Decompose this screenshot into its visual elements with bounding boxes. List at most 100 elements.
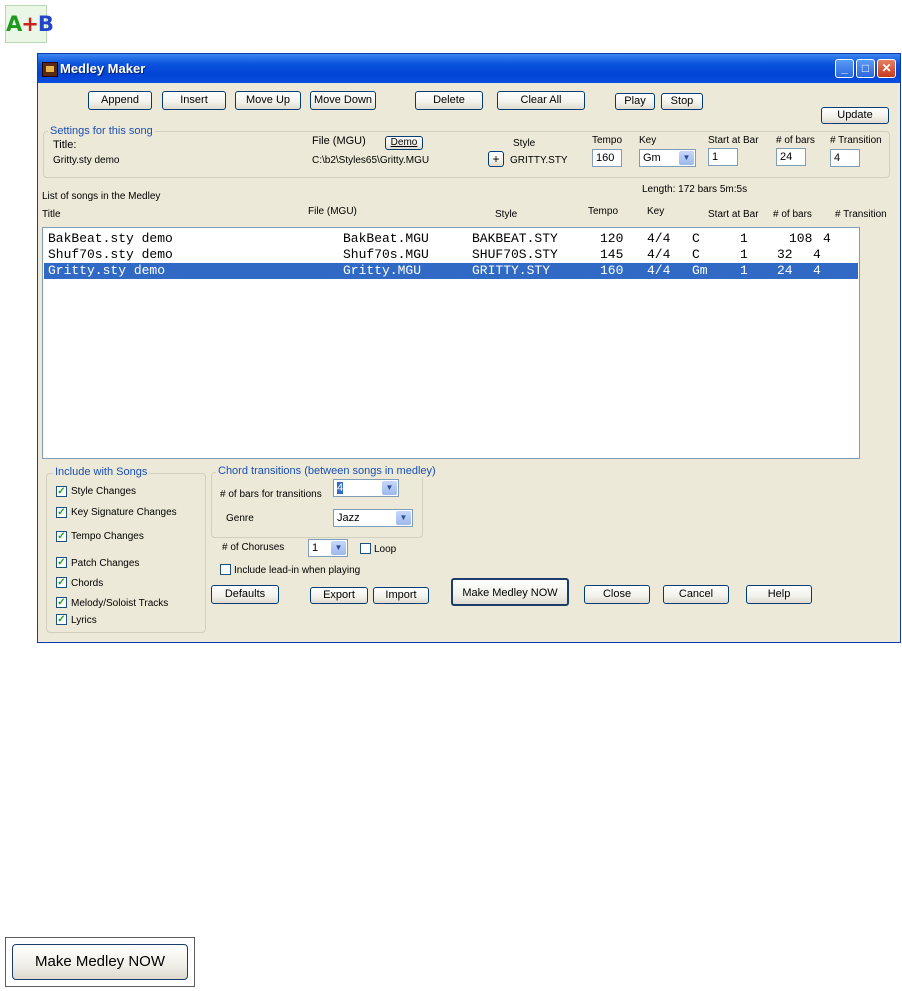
song-file: BakBeat.MGU <box>343 231 429 246</box>
app-icon <box>42 62 58 77</box>
close-button[interactable]: Close <box>584 585 650 604</box>
window-title: Medley Maker <box>60 61 146 76</box>
update-button[interactable]: Update <box>821 107 889 124</box>
make-medley-now-button[interactable]: Make Medley NOW <box>451 578 569 606</box>
loop-label: Loop <box>374 544 397 555</box>
minimize-button[interactable]: _ <box>835 59 854 78</box>
key-combo-value: Gm <box>643 152 661 164</box>
tempo-field[interactable]: 160 <box>592 149 622 167</box>
chevron-down-icon[interactable]: ▼ <box>331 541 346 555</box>
delete-button[interactable]: Delete <box>415 91 483 110</box>
song-tempo: 160 <box>600 263 624 278</box>
transition-field[interactable]: 4 <box>830 149 860 167</box>
style-changes-checkbox[interactable]: ✓ <box>56 486 67 497</box>
lead-in-label: Include lead-in when playing <box>234 565 361 576</box>
song-bars: 32 <box>777 247 793 262</box>
chevron-down-icon[interactable]: ▼ <box>679 151 694 165</box>
export-button[interactable]: Export <box>310 587 368 604</box>
chords-checkbox[interactable]: ✓ <box>56 577 67 588</box>
medley-list-label: List of songs in the Medley <box>42 191 161 202</box>
help-button[interactable]: Help <box>746 585 812 604</box>
transition-bars-combo[interactable]: 4 ▼ <box>333 479 399 497</box>
tempo-changes-checkbox[interactable]: ✓ <box>56 531 67 542</box>
style-changes-label: Style Changes <box>71 486 137 497</box>
header-bars: # of bars <box>773 209 812 220</box>
header-start-at-bar: Start at Bar <box>708 209 759 220</box>
loop-checkbox[interactable] <box>360 543 371 554</box>
lyrics-label: Lyrics <box>71 615 97 626</box>
song-time: 4/4 <box>647 263 671 278</box>
song-bars: 24 <box>777 263 793 278</box>
cancel-button[interactable]: Cancel <box>663 585 729 604</box>
stop-button[interactable]: Stop <box>661 93 703 110</box>
choruses-value: 1 <box>312 542 319 554</box>
key-combo[interactable]: Gm ▼ <box>639 149 696 167</box>
include-group-title: Include with Songs <box>53 466 150 478</box>
genre-combo[interactable]: Jazz ▼ <box>333 509 413 527</box>
demo-button[interactable]: Demo <box>385 136 423 150</box>
song-start: 1 <box>740 263 748 278</box>
list-item[interactable]: Shuf70s.sty demo Shuf70s.MGU SHUF70S.STY… <box>44 247 858 263</box>
lead-in-checkbox[interactable] <box>220 564 231 575</box>
patch-changes-label: Patch Changes <box>71 558 140 569</box>
close-window-button[interactable]: ✕ <box>877 59 896 78</box>
song-title: Shuf70s.sty demo <box>48 247 173 262</box>
header-key: Key <box>647 206 665 217</box>
song-file: Shuf70s.MGU <box>343 247 429 262</box>
song-start: 1 <box>740 231 748 246</box>
medley-length: Length: 172 bars 5m:5s <box>642 184 748 195</box>
chevron-down-icon[interactable]: ▼ <box>396 511 411 525</box>
song-file: Gritty.MGU <box>343 263 422 278</box>
start-at-bar-field[interactable]: 1 <box>708 148 738 166</box>
file-label: File (MGU) <box>312 135 366 147</box>
genre-label: Genre <box>226 513 254 524</box>
chords-label: Chords <box>71 578 104 589</box>
choruses-combo[interactable]: 1 ▼ <box>308 539 348 557</box>
transition-bars-label: # of bars for transitions <box>220 489 322 500</box>
import-button[interactable]: Import <box>373 587 429 604</box>
bars-label: # of bars <box>776 135 815 146</box>
settings-group-title: Settings for this song <box>48 125 155 137</box>
song-key: Gm <box>692 263 708 278</box>
chord-transitions-title: Chord transitions (between songs in medl… <box>216 465 438 477</box>
header-transition: # Transition <box>835 209 887 220</box>
transition-label: # Transition <box>830 135 882 146</box>
key-signature-changes-checkbox[interactable]: ✓ <box>56 507 67 518</box>
make-medley-now-enlarged-button[interactable]: Make Medley NOW <box>12 944 188 980</box>
title-bar[interactable]: Medley Maker _ □ ✕ <box>38 54 900 83</box>
list-item-selected[interactable]: Gritty.sty demo Gritty.MGU GRITTY.STY 16… <box>44 263 858 279</box>
add-style-button[interactable]: + <box>488 151 504 167</box>
settings-group <box>43 131 890 178</box>
chevron-down-icon[interactable]: ▼ <box>382 481 397 495</box>
clear-all-button[interactable]: Clear All <box>497 91 585 110</box>
tempo-changes-label: Tempo Changes <box>71 531 144 542</box>
move-down-button[interactable]: Move Down <box>310 91 376 110</box>
song-key: C <box>692 247 700 262</box>
key-label: Key <box>639 135 657 146</box>
start-at-bar-label: Start at Bar <box>708 135 759 146</box>
tempo-label: Tempo <box>592 135 623 146</box>
make-medley-now-enlarged-frame: Make Medley NOW <box>5 937 195 987</box>
style-value: GRITTY.STY <box>510 155 568 166</box>
lyrics-checkbox[interactable]: ✓ <box>56 614 67 625</box>
list-item[interactable]: BakBeat.sty demo BakBeat.MGU BAKBEAT.STY… <box>44 231 858 247</box>
file-value: C:\b2\Styles65\Gritty.MGU <box>312 155 430 166</box>
song-key: C <box>692 231 700 246</box>
medley-song-list[interactable]: BakBeat.sty demo BakBeat.MGU BAKBEAT.STY… <box>42 227 860 459</box>
song-bars: 108 <box>789 231 813 246</box>
append-button[interactable]: Append <box>88 91 152 110</box>
patch-changes-checkbox[interactable]: ✓ <box>56 557 67 568</box>
song-title: Gritty.sty demo <box>48 263 166 278</box>
maximize-button[interactable]: □ <box>856 59 875 78</box>
defaults-button[interactable]: Defaults <box>211 585 279 604</box>
song-title: BakBeat.sty demo <box>48 231 173 246</box>
move-up-button[interactable]: Move Up <box>235 91 301 110</box>
bars-field[interactable]: 24 <box>776 148 806 166</box>
insert-button[interactable]: Insert <box>162 91 226 110</box>
play-button[interactable]: Play <box>615 93 655 110</box>
title-label: Title: <box>53 139 77 151</box>
song-tempo: 120 <box>600 231 624 246</box>
song-transition: 4 <box>813 247 821 262</box>
song-time: 4/4 <box>647 247 671 262</box>
melody-soloist-checkbox[interactable]: ✓ <box>56 597 67 608</box>
